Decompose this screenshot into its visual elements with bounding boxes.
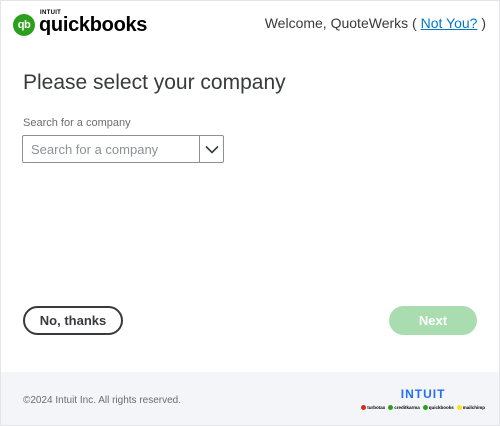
welcome-text: Welcome, QuoteWerks ( Not You? ) (265, 15, 486, 31)
product-label: turbotax (367, 405, 386, 410)
header: qb INTUIT quickbooks Welcome, QuoteWerks… (1, 1, 499, 51)
welcome-suffix: ) (481, 15, 486, 31)
copyright-text: ©2024 Intuit Inc. All rights reserved. (23, 395, 182, 406)
product-label: mailchimp (462, 405, 485, 410)
company-search-combobox[interactable] (22, 135, 224, 163)
not-you-link[interactable]: Not You? (421, 15, 478, 31)
quickbooks-icon: qb (13, 14, 35, 36)
no-thanks-button[interactable]: No, thanks (23, 306, 123, 335)
quickbooks-logo: qb INTUIT quickbooks (13, 10, 148, 36)
dropdown-toggle-button[interactable] (199, 136, 223, 162)
product-creditkarma: creditkarma (388, 405, 420, 410)
product-label: creditkarma (394, 405, 420, 410)
chevron-down-icon (204, 145, 219, 154)
footer: ©2024 Intuit Inc. All rights reserved. I… (1, 372, 499, 425)
logo-wordmark: INTUIT quickbooks (39, 10, 148, 36)
next-button[interactable]: Next (389, 306, 477, 335)
company-search-input[interactable] (23, 136, 199, 162)
mailchimp-icon (456, 405, 462, 410)
product-mailchimp: mailchimp (456, 405, 485, 410)
page-title: Please select your company (23, 71, 286, 94)
product-list: turbotax creditkarma quickbooks mailchim… (361, 405, 485, 410)
intuit-brand: INTUIT turbotax creditkarma quickbooks m… (361, 387, 485, 410)
creditkarma-icon (388, 405, 394, 410)
intuit-logo-text: INTUIT (400, 387, 446, 401)
turbotax-icon (361, 405, 367, 410)
company-select-dialog: qb INTUIT quickbooks Welcome, QuoteWerks… (0, 0, 500, 426)
search-label: Search for a company (23, 117, 131, 129)
logo-name-text: quickbooks (39, 14, 148, 36)
product-label: quickbooks (428, 405, 454, 410)
logo-intuit-text: INTUIT (40, 10, 62, 16)
quickbooks-small-icon (422, 405, 428, 410)
welcome-prefix: Welcome, QuoteWerks ( (264, 15, 417, 31)
product-turbotax: turbotax (361, 405, 385, 410)
product-quickbooks: quickbooks (422, 405, 454, 410)
